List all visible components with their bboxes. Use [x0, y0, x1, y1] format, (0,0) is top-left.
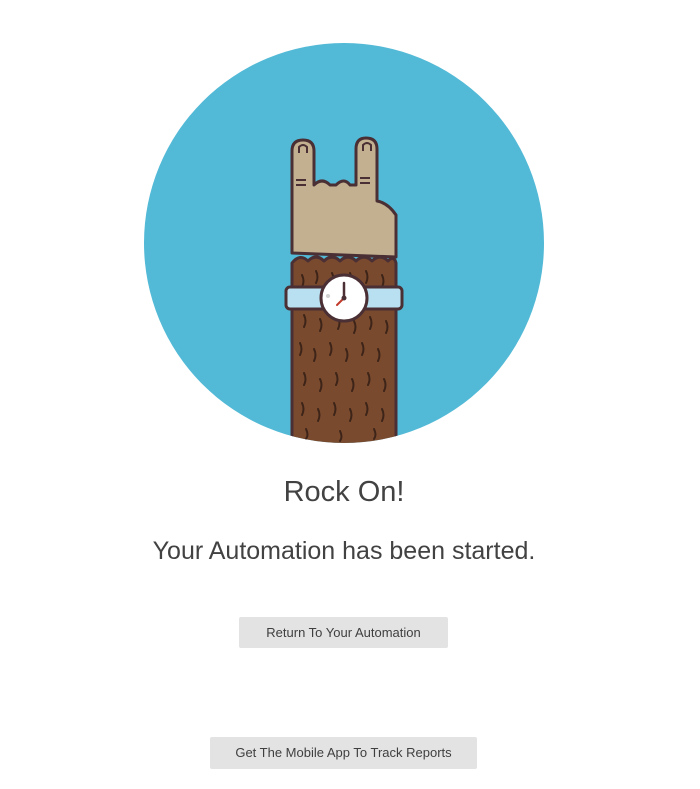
- return-to-automation-button[interactable]: Return To Your Automation: [239, 617, 448, 648]
- confirmation-message: Your Automation has been started.: [152, 537, 536, 565]
- rock-on-illustration: [144, 43, 544, 443]
- rock-on-hand-icon: [144, 43, 544, 443]
- page-title: Rock On!: [283, 476, 405, 508]
- get-mobile-app-button[interactable]: Get The Mobile App To Track Reports: [210, 737, 477, 769]
